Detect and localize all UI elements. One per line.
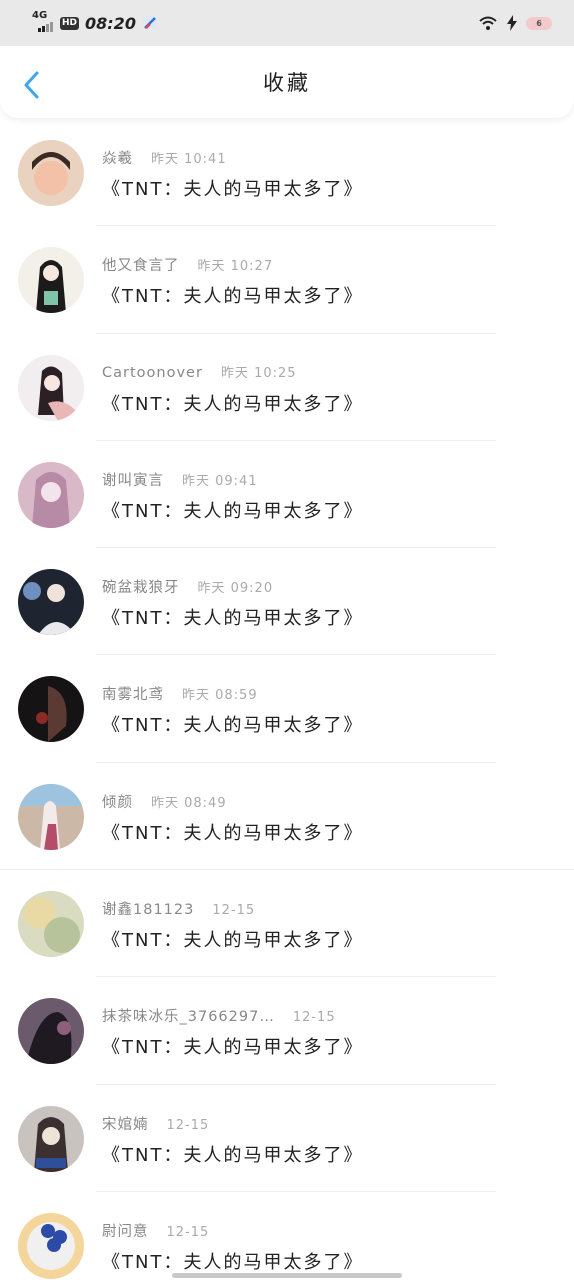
item-meta: 他又食言了 昨天 10:27 [102, 254, 273, 275]
app-notification-icon [142, 16, 157, 30]
timestamp: 12-15 [166, 1224, 210, 1240]
username[interactable]: 南雾北鸢 [102, 683, 164, 704]
avatar[interactable] [18, 461, 84, 528]
favorites-list: 焱羲 昨天 10:41 《TNT：夫人的马甲太多了》 他又食言了 昨天 10:2… [0, 119, 574, 1280]
book-title[interactable]: 《TNT：夫人的马甲太多了》 [102, 282, 363, 308]
username[interactable]: 他又食言了 [102, 254, 180, 275]
avatar[interactable] [18, 891, 84, 958]
list-item[interactable]: 他又食言了 昨天 10:27 《TNT：夫人的马甲太多了》 [0, 226, 574, 334]
username[interactable]: 倾颜 [102, 791, 133, 812]
battery-level: 6 [526, 16, 552, 30]
username[interactable]: 焱羲 [102, 147, 133, 168]
avatar[interactable] [18, 247, 84, 314]
item-meta: 抹茶味冰乐_3766297… 12-15 [102, 1005, 336, 1026]
timestamp: 昨天 10:25 [220, 365, 297, 381]
timestamp: 昨天 08:49 [151, 795, 227, 811]
status-bar: 4G HD 08:20 6 [0, 0, 574, 46]
list-item[interactable]: 抹茶味冰乐_3766297… 12-15 《TNT：夫人的马甲太多了》 [0, 977, 574, 1085]
battery-icon: 6 [526, 16, 552, 30]
avatar[interactable] [18, 569, 84, 636]
status-left: 4G HD 08:20 [32, 10, 158, 33]
avatar[interactable] [18, 783, 84, 850]
book-title[interactable]: 《TNT：夫人的马甲太多了》 [102, 604, 363, 630]
avatar[interactable] [18, 354, 84, 421]
charging-bolt-icon [507, 15, 517, 31]
username[interactable]: 抹茶味冰乐_3766297… [102, 1005, 275, 1026]
username[interactable]: 谢鑫181123 [102, 898, 194, 919]
list-item[interactable]: 谢鑫181123 12-15 《TNT：夫人的马甲太多了》 [0, 870, 574, 978]
item-meta: 碗盆栽狼牙 昨天 09:20 [102, 576, 273, 597]
network-type-label: 4G [32, 10, 48, 21]
list-item[interactable]: 倾颜 昨天 08:49 《TNT：夫人的马甲太多了》 [0, 763, 574, 871]
timestamp: 昨天 09:20 [197, 581, 274, 597]
wifi-icon [479, 16, 497, 30]
username[interactable]: 谢叫寅言 [102, 469, 164, 490]
book-title[interactable]: 《TNT：夫人的马甲太多了》 [102, 1248, 363, 1274]
avatar[interactable] [18, 676, 84, 743]
book-title[interactable]: 《TNT：夫人的马甲太多了》 [102, 497, 363, 523]
item-meta: 尉问意 12-15 [102, 1220, 209, 1241]
timestamp: 昨天 09:41 [182, 473, 258, 489]
username[interactable]: 尉问意 [102, 1220, 149, 1241]
avatar[interactable] [18, 1212, 84, 1279]
item-meta: 谢鑫181123 12-15 [102, 898, 255, 919]
home-indicator[interactable] [172, 1273, 402, 1278]
status-time: 08:20 [85, 13, 136, 33]
book-title[interactable]: 《TNT：夫人的马甲太多了》 [102, 819, 363, 845]
timestamp: 昨天 08:59 [182, 688, 258, 704]
item-meta: 宋婠婻 12-15 [102, 1113, 209, 1134]
book-title[interactable]: 《TNT：夫人的马甲太多了》 [102, 711, 363, 737]
username[interactable]: 碗盆栽狼牙 [102, 576, 180, 597]
list-item[interactable]: Cartoonover 昨天 10:25 《TNT：夫人的马甲太多了》 [0, 334, 574, 441]
book-title[interactable]: 《TNT：夫人的马甲太多了》 [102, 1033, 363, 1059]
item-meta: 南雾北鸢 昨天 08:59 [102, 683, 258, 704]
username[interactable]: Cartoonover [102, 365, 203, 381]
hd-badge: HD [60, 16, 80, 30]
avatar[interactable] [18, 998, 84, 1065]
username[interactable]: 宋婠婻 [102, 1113, 149, 1134]
timestamp: 12-15 [212, 903, 256, 919]
list-item[interactable]: 碗盆栽狼牙 昨天 09:20 《TNT：夫人的马甲太多了》 [0, 548, 574, 656]
back-arrow-icon[interactable] [20, 70, 44, 100]
item-meta: 焱羲 昨天 10:41 [102, 147, 227, 168]
list-item[interactable]: 尉问意 12-15 《TNT：夫人的马甲太多了》 [0, 1192, 574, 1280]
timestamp: 昨天 10:41 [151, 152, 227, 167]
item-meta: Cartoonover 昨天 10:25 [102, 362, 297, 381]
book-title[interactable]: 《TNT：夫人的马甲太多了》 [102, 1141, 363, 1167]
book-title[interactable]: 《TNT：夫人的马甲太多了》 [102, 175, 363, 201]
page-header: 收藏 [0, 46, 574, 118]
item-meta: 倾颜 昨天 08:49 [102, 791, 227, 812]
timestamp: 昨天 10:27 [197, 259, 274, 275]
book-title[interactable]: 《TNT：夫人的马甲太多了》 [102, 926, 363, 952]
avatar[interactable] [18, 1105, 84, 1172]
list-item[interactable]: 谢叫寅言 昨天 09:41 《TNT：夫人的马甲太多了》 [0, 441, 574, 549]
item-meta: 谢叫寅言 昨天 09:41 [102, 469, 258, 490]
cellular-signal-icon: 4G [32, 10, 54, 33]
list-item[interactable]: 南雾北鸢 昨天 08:59 《TNT：夫人的马甲太多了》 [0, 655, 574, 763]
timestamp: 12-15 [292, 1010, 336, 1026]
list-item[interactable]: 宋婠婻 12-15 《TNT：夫人的马甲太多了》 [0, 1085, 574, 1192]
list-item[interactable]: 焱羲 昨天 10:41 《TNT：夫人的马甲太多了》 [0, 119, 574, 227]
status-right: 6 [478, 15, 552, 31]
timestamp: 12-15 [166, 1117, 210, 1133]
avatar[interactable] [18, 140, 84, 206]
page-title: 收藏 [263, 71, 311, 95]
book-title[interactable]: 《TNT：夫人的马甲太多了》 [102, 390, 363, 416]
